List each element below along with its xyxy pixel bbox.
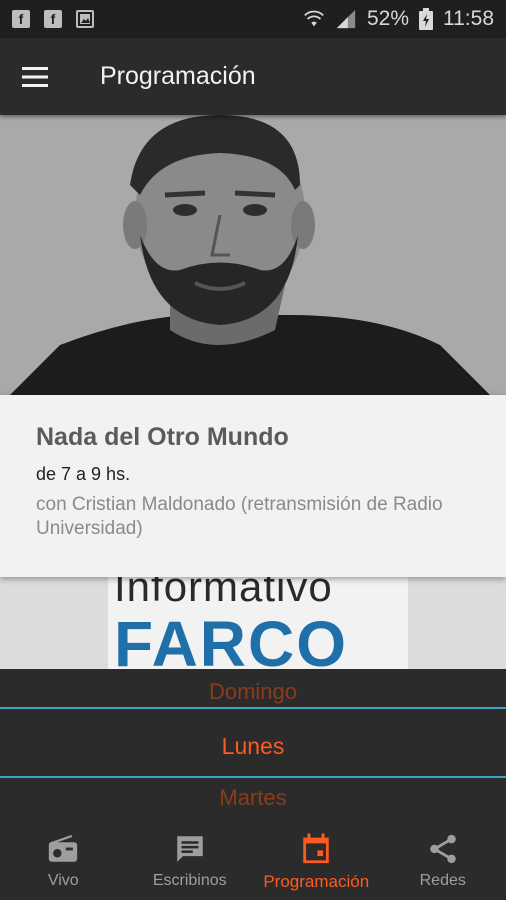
message-icon xyxy=(177,836,203,862)
program-card[interactable]: Nada del Otro Mundo de 7 a 9 hs. con Cri… xyxy=(0,395,506,577)
status-bar: f f 52% 11:58 xyxy=(0,0,506,38)
calendar-icon xyxy=(303,833,329,864)
day-option-next[interactable]: Martes xyxy=(0,785,506,811)
gallery-notification-icon xyxy=(76,10,94,28)
program-schedule: de 7 a 9 hs. xyxy=(36,464,131,484)
program-title: Nada del Otro Mundo xyxy=(36,423,289,451)
day-option-selected[interactable]: Lunes xyxy=(0,733,506,760)
hamburger-menu-icon xyxy=(22,66,48,87)
next-program-logo-brand: FARCO xyxy=(114,608,348,669)
selection-divider-bottom xyxy=(0,776,506,778)
nav-item-vivo[interactable]: Vivo xyxy=(0,822,127,900)
nav-item-escribinos[interactable]: Escribinos xyxy=(127,822,254,900)
radio-icon xyxy=(49,834,78,862)
page-title: Programación xyxy=(100,62,256,90)
share-icon xyxy=(430,834,456,864)
app-bar: Programación xyxy=(0,38,506,115)
next-program-image: Informativo FARCO xyxy=(0,577,506,669)
nav-label: Programación xyxy=(263,872,370,891)
program-description: con Cristian Maldonado (retransmisión de… xyxy=(36,494,443,539)
selection-divider-top xyxy=(0,707,506,709)
day-picker[interactable]: Domingo Lunes Martes xyxy=(0,669,506,822)
battery-percentage: 52% xyxy=(366,7,409,30)
next-program-logo-text: Informativo xyxy=(114,577,333,610)
battery-icon xyxy=(419,8,433,30)
bottom-navigation: Vivo Escribinos Programación Redes xyxy=(0,822,506,900)
nav-item-programacion[interactable]: Programación xyxy=(253,822,380,900)
program-host-photo xyxy=(0,115,506,395)
wifi-icon xyxy=(304,10,324,27)
nav-label: Escribinos xyxy=(152,872,227,889)
signal-icon xyxy=(336,9,356,29)
nav-item-redes[interactable]: Redes xyxy=(380,822,506,900)
nav-label: Redes xyxy=(419,872,466,889)
day-option-previous[interactable]: Domingo xyxy=(0,679,506,705)
menu-button[interactable] xyxy=(0,38,70,115)
nav-label: Vivo xyxy=(47,872,79,889)
facebook-notification-icon: f xyxy=(44,10,62,28)
clock: 11:58 xyxy=(443,7,494,30)
facebook-notification-icon: f xyxy=(12,10,30,28)
